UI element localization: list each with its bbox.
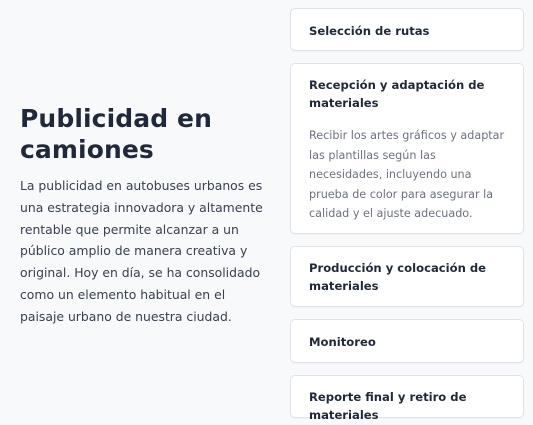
accordion-item-final-report[interactable]: Reporte final y retiro de materiales (290, 375, 524, 422)
accordion-item-title: Selección de rutas (309, 24, 430, 38)
accordion-item-title: Recepción y adaptación de materiales (309, 78, 485, 110)
accordion-item-material-reception[interactable]: Recepción y adaptación de materiales Rec… (290, 63, 524, 234)
steps-accordion: Selección de rutas Recepción y adaptació… (290, 8, 524, 422)
accordion-item-title: Reporte final y retiro de materiales (309, 390, 467, 422)
accordion-item-route-selection[interactable]: Selección de rutas (290, 8, 524, 51)
accordion-item-body: Recibir los artes gráficos y adaptar las… (309, 129, 505, 221)
section-description: La publicidad en autobuses urbanos es un… (20, 178, 263, 324)
accordion-item-production[interactable]: Producción y colocación de materiales (290, 246, 524, 307)
intro-section: Publicidad en camiones La publicidad en … (20, 103, 272, 328)
accordion-item-title: Monitoreo (309, 335, 376, 349)
accordion-item-monitoring[interactable]: Monitoreo (290, 319, 524, 363)
section-title: Publicidad en camiones (20, 104, 212, 164)
accordion-item-title: Producción y colocación de materiales (309, 261, 487, 293)
